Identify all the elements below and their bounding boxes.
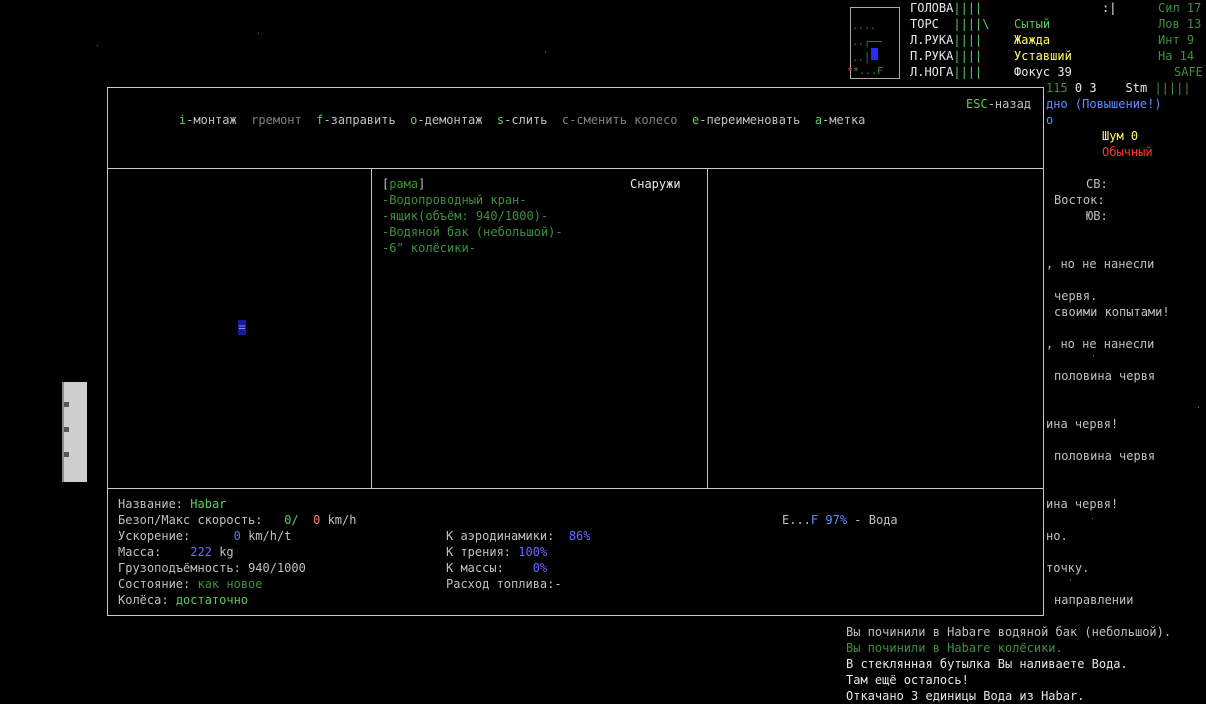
log-line: половина червя: [1054, 449, 1156, 463]
esc-back-button[interactable]: ESC-назад: [966, 96, 1031, 112]
stamina-row: 115 0 3 Stm |||||: [1046, 81, 1191, 95]
safe-mode: SAFE: [1174, 65, 1203, 79]
action-refill[interactable]: f-заправить: [316, 113, 395, 127]
log-line: своими копытами!: [1054, 305, 1170, 319]
level-up-text: дно (Повышение!): [1046, 97, 1162, 111]
part-item[interactable]: -ящик(объём: 940/1000)-: [382, 208, 548, 224]
log-line: точку.: [1046, 561, 1090, 575]
stat-str: Сил 17: [1158, 1, 1202, 15]
info-accel: Ускорение: 0 km/h/t: [118, 529, 292, 543]
parts-frame-header: [рама]: [382, 177, 426, 191]
log-line: В стеклянная бутылка Вы наливаете Вода.: [846, 657, 1128, 671]
noise-level: Шум 0: [1102, 129, 1139, 143]
info-name: Название: Habar: [118, 497, 227, 511]
action-siphon[interactable]: s-слить: [497, 113, 548, 127]
info-speed: Безоп/Макс скорость: 0/ 0 km/h: [118, 513, 357, 527]
player-marker-icon: [871, 48, 878, 60]
log-line: ина червя!: [1046, 497, 1119, 511]
action-label[interactable]: a-метка: [815, 113, 866, 127]
info-friction: К трения: 100%: [446, 545, 548, 559]
scrollbar-notch: [64, 427, 69, 432]
info-capacity: Грузоподъёмность: 940/1000: [118, 561, 306, 575]
action-rename[interactable]: e-переименовать: [692, 113, 800, 127]
log-line: но.: [1046, 529, 1068, 543]
info-fuel-usage: Расход топлива:-: [446, 577, 562, 591]
log-line: Вы починили в Habare колёсики.: [846, 641, 1063, 655]
scrollbar[interactable]: [62, 382, 87, 482]
stat-dex: Лов 13: [1158, 17, 1202, 31]
part-item[interactable]: -Водопроводный кран-: [382, 192, 527, 208]
log-line: Там ещё осталось!: [846, 673, 969, 687]
log-line: червя.: [1054, 289, 1098, 303]
log-line: половина червя: [1054, 369, 1156, 383]
log-line: направлении: [1054, 593, 1134, 607]
need-thirst: Жажда: [1014, 33, 1051, 47]
minimap-row: ....: [852, 21, 877, 32]
body-part-torso: ТОРС ||||\: [910, 17, 990, 31]
body-part-left-leg: Л.НОГА||||: [910, 65, 983, 79]
action-repair[interactable]: rремонт: [251, 113, 302, 127]
info-condition: Состояние: как новое: [118, 577, 263, 591]
divider: [108, 488, 1043, 489]
toolbar: i-монтаж rремонт f-заправить o-демонтаж …: [150, 96, 866, 144]
divider: [371, 168, 372, 488]
part-item[interactable]: -Водяной бак (небольшой)-: [382, 224, 563, 240]
log-line: , но не нанесли: [1046, 337, 1155, 351]
info-mass-coef: К массы: 0%: [446, 561, 548, 575]
minimap: .... ..┌── ..│ **...F: [847, 7, 900, 79]
body-part-right-arm: П.РУКА||||: [910, 49, 983, 63]
scrollbar-notch: [64, 452, 69, 457]
scrollbar-notch: [64, 402, 69, 407]
body-part-left-arm: Л.РУКА||||: [910, 33, 983, 47]
log-line: , но не нанесли: [1046, 257, 1155, 271]
need-fatigue: Уставший: [1014, 49, 1072, 63]
body-part-head: ГОЛОВА||||: [910, 1, 983, 15]
parts-location: Снаружи: [630, 177, 681, 191]
action-change-wheel[interactable]: c-сменить колесо: [562, 113, 678, 127]
divider: [707, 168, 708, 488]
direction-se: ЮВ:: [1086, 209, 1108, 223]
movement-mode: Обычный: [1102, 145, 1153, 159]
cursor-mark: :|: [1102, 1, 1117, 15]
log-line: ина червя!: [1046, 417, 1119, 431]
minimap-row: ..│: [852, 53, 871, 64]
need-focus: Фокус 39: [1014, 65, 1072, 79]
vehicle-map-cursor[interactable]: =: [238, 320, 246, 335]
vehicle-window: i-монтаж rремонт f-заправить o-демонтаж …: [107, 87, 1044, 616]
side-o-line: о: [1046, 113, 1054, 127]
divider: [108, 168, 1043, 169]
info-mass: Масса: 222 kg: [118, 545, 234, 559]
minimap-row: **...F: [847, 66, 884, 77]
info-aero: К аэродинамики: 86%: [446, 529, 591, 543]
part-item[interactable]: -6" колёсики-: [382, 240, 476, 256]
need-hunger: Сытый: [1014, 17, 1051, 31]
stat-int: Инт 9: [1158, 33, 1195, 47]
log-line: Вы починили в Habare водяной бак (неболь…: [846, 625, 1172, 639]
fuel-gauge: E...F 97% - Вода: [782, 513, 898, 527]
direction-east: Восток:: [1054, 193, 1105, 207]
direction-ne: СВ:: [1086, 177, 1108, 191]
action-install[interactable]: i-монтаж: [179, 113, 237, 127]
action-remove[interactable]: o-демонтаж: [410, 113, 482, 127]
info-wheels: Колёса: достаточно: [118, 593, 249, 607]
stat-per: На 14: [1158, 49, 1195, 63]
